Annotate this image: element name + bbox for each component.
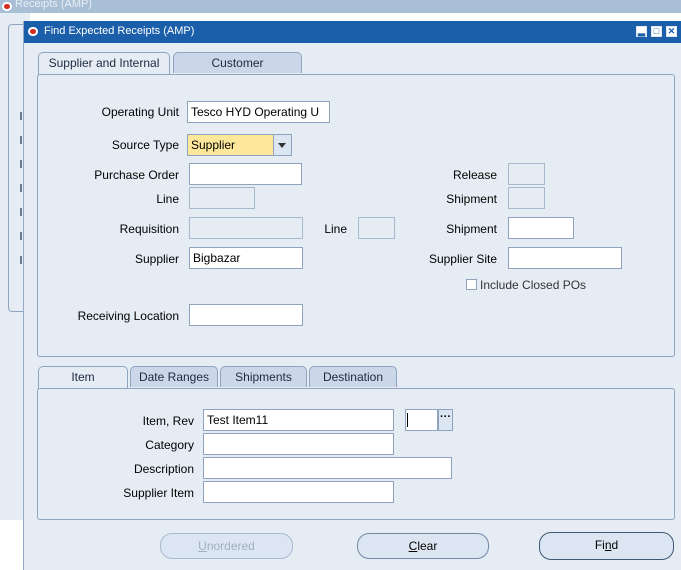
line-label: Line xyxy=(156,192,179,206)
purchase-order-label: Purchase Order xyxy=(94,168,179,182)
requisition-shipment-field[interactable] xyxy=(508,217,574,239)
source-type-label: Source Type xyxy=(111,138,179,152)
item-field[interactable]: Test Item11 xyxy=(203,409,394,431)
requisition-field[interactable] xyxy=(189,217,303,239)
line-field[interactable] xyxy=(189,187,255,209)
unordered-button[interactable]: Unordered xyxy=(160,533,293,559)
supplier-site-label: Supplier Site xyxy=(428,252,497,266)
receiving-location-field[interactable] xyxy=(189,304,303,326)
background-field-marker xyxy=(20,184,22,192)
chevron-down-icon xyxy=(278,143,286,148)
background-field-marker xyxy=(20,232,22,240)
requisition-line-label: Line xyxy=(324,222,347,236)
maximize-icon[interactable]: □ xyxy=(651,26,662,37)
text-cursor xyxy=(407,413,408,427)
background-field-marker xyxy=(20,256,22,264)
supplier-label: Supplier xyxy=(134,252,179,266)
revision-field[interactable] xyxy=(405,409,438,431)
include-closed-pos-label: Include Closed POs xyxy=(480,278,587,292)
supplier-site-field[interactable] xyxy=(508,247,622,269)
supplier-field[interactable]: Bigbazar xyxy=(189,247,303,269)
close-icon[interactable]: ✕ xyxy=(666,26,677,37)
background-field-marker xyxy=(20,112,22,120)
find-mnemonic: n xyxy=(604,538,612,552)
background-window-title: Receipts (AMP) xyxy=(15,0,93,10)
release-label: Release xyxy=(452,168,497,182)
tab-supplier-and-internal[interactable]: Supplier and Internal xyxy=(38,52,170,75)
shipment-label: Shipment xyxy=(446,192,497,206)
category-label: Category xyxy=(145,438,194,452)
receiving-location-label: Receiving Location xyxy=(77,309,179,323)
description-label: Description xyxy=(133,462,194,476)
description-field[interactable] xyxy=(203,457,452,479)
supplier-item-label: Supplier Item xyxy=(123,486,194,500)
tab-destination[interactable]: Destination xyxy=(309,366,397,387)
background-field-marker xyxy=(20,136,22,144)
dialog-titlebar[interactable]: Find Expected Receipts (AMP) ▂ □ ✕ xyxy=(24,21,681,43)
source-type-select[interactable]: Supplier xyxy=(187,134,274,156)
unordered-label: nordered xyxy=(206,539,255,553)
tab-item[interactable]: Item xyxy=(38,366,128,389)
minimize-icon[interactable]: ▂ xyxy=(636,26,647,37)
dialog-title: Find Expected Receipts (AMP) xyxy=(44,25,195,37)
find-button[interactable]: Find xyxy=(539,532,674,560)
release-field[interactable] xyxy=(508,163,545,185)
oracle-logo-icon xyxy=(2,2,12,11)
find-expected-receipts-dialog: Find Expected Receipts (AMP) ▂ □ ✕ Suppl… xyxy=(23,21,681,570)
source-type-dropdown-button[interactable] xyxy=(274,134,292,156)
clear-label: lear xyxy=(417,539,438,553)
tab-date-ranges[interactable]: Date Ranges xyxy=(130,366,218,387)
tab-customer[interactable]: Customer xyxy=(173,52,302,73)
ellipsis-icon[interactable]: ··· xyxy=(438,409,453,431)
find-label-end: d xyxy=(611,538,619,552)
requisition-label: Requisition xyxy=(119,222,179,236)
requisition-shipment-label: Shipment xyxy=(446,222,497,236)
background-window-titlebar: Receipts (AMP) xyxy=(0,0,681,13)
operating-unit-field[interactable]: Tesco HYD Operating U xyxy=(187,101,330,123)
item-rev-label: Item, Rev xyxy=(142,414,194,428)
oracle-logo-icon xyxy=(28,27,38,36)
supplier-item-field[interactable] xyxy=(203,481,394,503)
shipment-field[interactable] xyxy=(508,187,545,209)
tab-shipments[interactable]: Shipments xyxy=(220,366,307,387)
operating-unit-label: Operating Unit xyxy=(101,105,179,119)
background-field-marker xyxy=(20,208,22,216)
include-closed-pos-checkbox[interactable] xyxy=(466,279,477,290)
background-field-marker xyxy=(20,160,22,168)
purchase-order-field[interactable] xyxy=(189,163,302,185)
find-label-start: Fi xyxy=(594,538,605,552)
clear-button[interactable]: Clear xyxy=(357,533,489,559)
unordered-mnemonic: U xyxy=(198,539,207,553)
category-field[interactable] xyxy=(203,433,394,455)
